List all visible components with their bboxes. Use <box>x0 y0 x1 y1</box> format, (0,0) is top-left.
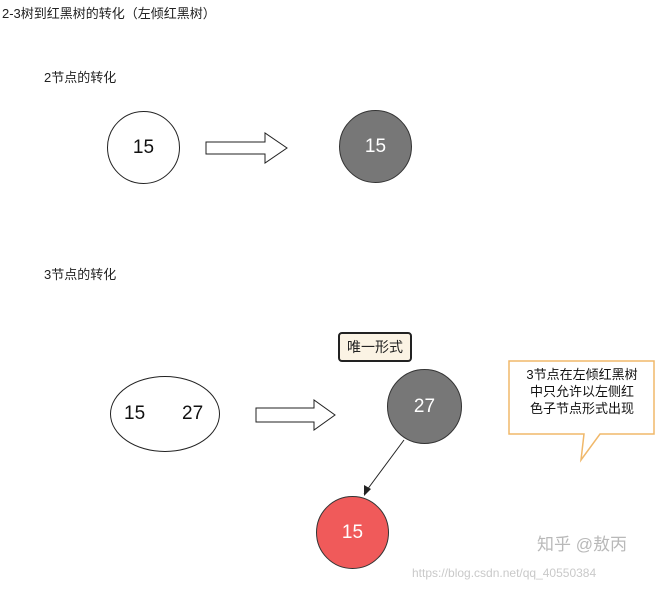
red-node-15: 15 <box>316 496 389 569</box>
black-node-27: 27 <box>387 369 462 444</box>
watermark: 知乎 @敖丙 <box>537 535 627 554</box>
node-key: 15 <box>132 136 155 158</box>
node-key: 15 <box>364 135 387 157</box>
callout-line: 3节点在左倾红黑树 <box>526 367 638 382</box>
node-key-right: 27 <box>182 403 204 424</box>
tree-edge-27-15 <box>363 439 405 495</box>
node-key-left: 15 <box>124 403 146 424</box>
callout-line: 中只允许以左侧红 <box>529 384 634 399</box>
two-node-15: 15 <box>107 111 180 184</box>
black-node-15: 15 <box>339 110 412 183</box>
unique-form-note: 唯一形式 <box>338 332 412 362</box>
transform-arrow-2node <box>205 132 288 164</box>
three-node-15-27: 15 27 <box>110 376 220 452</box>
callout-text: 3节点在左倾红黑树 中只允许以左侧红 色子节点形式出现 <box>509 366 655 417</box>
transform-arrow-3node <box>255 399 336 431</box>
source-url: https://blog.csdn.net/qq_40550384 <box>412 566 597 580</box>
node-key: 15 <box>341 521 364 543</box>
node-key: 27 <box>413 395 436 417</box>
callout-line: 色子节点形式出现 <box>529 401 634 416</box>
diagram-canvas: 2-3树到红黑树的转化（左倾红黑树） 2节点的转化 3节点的转化 15 15 1… <box>0 0 663 592</box>
